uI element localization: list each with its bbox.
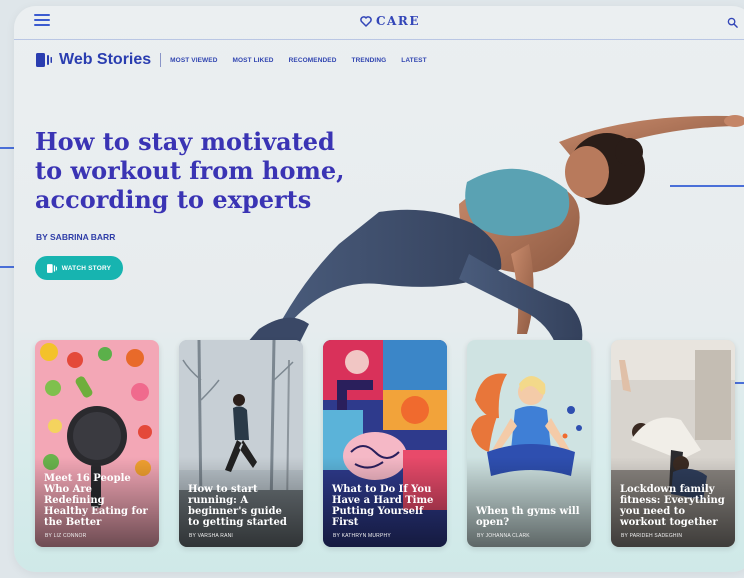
- menu-icon[interactable]: [34, 14, 50, 26]
- card-author: BY PARIDEH SADEGHIN: [621, 533, 683, 539]
- brand-name: CARE: [376, 14, 420, 28]
- card-title: When th gyms will open?: [476, 506, 580, 528]
- heart-icon: [360, 15, 372, 27]
- card-author: BY KATHRYN MURPHY: [333, 533, 391, 539]
- nav-recommended[interactable]: RECOMENDED: [289, 57, 337, 64]
- app-screen: CARE Web Stories MOST VIEWED MOST LIKED …: [14, 6, 744, 572]
- watch-story-button[interactable]: WATCH STORY: [35, 256, 123, 280]
- story-card[interactable]: Meet 16 People Who Are Redefining Health…: [35, 340, 159, 547]
- web-stories-icon: [46, 263, 57, 273]
- card-title: How to start running: A beginner's guide…: [188, 484, 287, 528]
- stories-nav: Web Stories MOST VIEWED MOST LIKED RECOM…: [36, 50, 442, 70]
- story-card[interactable]: How to start running: A beginner's guide…: [179, 340, 303, 547]
- nav-divider: [160, 53, 162, 67]
- hero-byline: BY SABRINA BARR: [36, 232, 116, 242]
- story-card[interactable]: Lockdown family fitness: Everything you …: [611, 340, 735, 547]
- card-author: BY VARSHA RANI: [189, 533, 234, 539]
- story-card[interactable]: When th gyms will open? BY JOHANNA CLARK: [467, 340, 591, 547]
- nav-trending[interactable]: TRENDING: [352, 57, 387, 64]
- card-author: BY JOHANNA CLARK: [477, 533, 530, 539]
- nav-most-viewed[interactable]: MOST VIEWED: [170, 57, 217, 64]
- search-icon[interactable]: [727, 17, 738, 28]
- card-title: Meet 16 People Who Are Redefining Health…: [44, 473, 148, 528]
- web-stories-title: Web Stories: [59, 51, 152, 68]
- nav-latest[interactable]: LATEST: [401, 57, 426, 64]
- card-author: BY LIZ CONNOR: [45, 533, 87, 539]
- card-title: Lockdown family fitness: Everything you …: [620, 484, 725, 528]
- story-card[interactable]: What to Do If You Have a Hard Time Putti…: [323, 340, 447, 547]
- decor-line: [670, 185, 744, 187]
- web-stories-icon: [36, 53, 52, 67]
- card-title: What to Do If You Have a Hard Time Putti…: [332, 484, 434, 528]
- nav-most-liked[interactable]: MOST LIKED: [233, 57, 274, 64]
- hero-title[interactable]: How to stay motivated to workout from ho…: [35, 127, 355, 214]
- watch-story-label: WATCH STORY: [61, 264, 112, 272]
- brand-logo[interactable]: CARE: [360, 14, 420, 28]
- top-bar: CARE: [14, 6, 744, 40]
